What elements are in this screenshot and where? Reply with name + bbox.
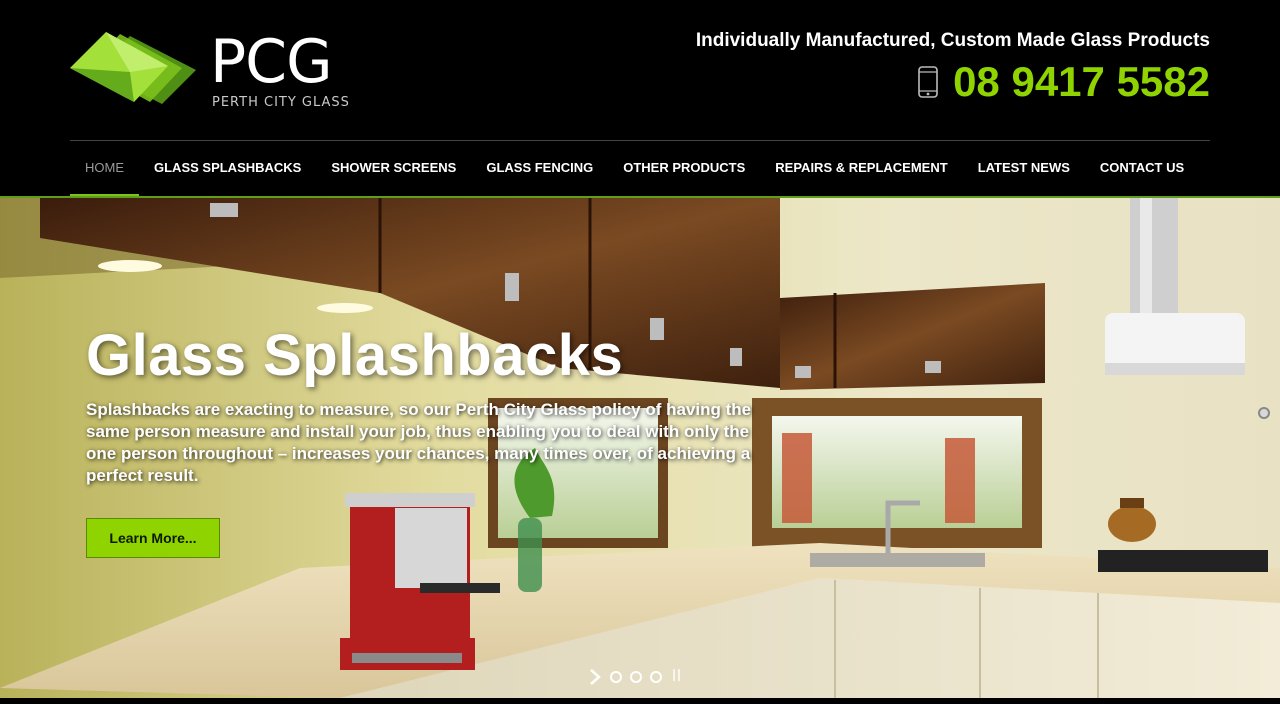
pause-icon[interactable]	[670, 669, 682, 685]
chevron-right-icon[interactable]	[588, 668, 602, 686]
nav-item-other-products[interactable]: OTHER PRODUCTS	[608, 141, 760, 197]
main-nav: HOME GLASS SPLASHBACKS SHOWER SCREENS GL…	[70, 141, 1199, 197]
header-tagline: Individually Manufactured, Custom Made G…	[695, 30, 1210, 51]
nav-item-shower-screens[interactable]: SHOWER SCREENS	[316, 141, 471, 197]
pcg-logo-icon	[70, 32, 196, 104]
scroll-indicator[interactable]	[1258, 407, 1270, 419]
bottom-bar	[0, 698, 1280, 704]
logo-subtitle: PERTH CITY GLASS	[212, 95, 350, 110]
nav-item-latest-news[interactable]: LATEST NEWS	[963, 141, 1085, 197]
learn-more-button[interactable]: Learn More...	[86, 518, 220, 558]
slide-dot-1[interactable]	[610, 671, 622, 683]
site-logo[interactable]: PCG PERTH CITY GLASS	[70, 30, 370, 110]
nav-item-repairs-replacement[interactable]: REPAIRS & REPLACEMENT	[760, 141, 962, 197]
nav-item-glass-splashbacks[interactable]: GLASS SPLASHBACKS	[139, 141, 316, 197]
nav-item-home[interactable]: HOME	[70, 141, 139, 197]
slide-dot-3[interactable]	[650, 671, 662, 683]
phone-number[interactable]: 08 9417 5582	[953, 58, 1210, 106]
logo-text: PCG PERTH CITY GLASS	[210, 30, 350, 110]
phone-contact[interactable]: 08 9417 5582	[917, 58, 1210, 106]
logo-name: PCG	[210, 27, 333, 97]
hero-title: Glass Splashbacks	[86, 323, 624, 388]
nav-item-contact-us[interactable]: CONTACT US	[1085, 141, 1199, 197]
site-header: PCG PERTH CITY GLASS Individually Manufa…	[0, 0, 1280, 198]
mobile-phone-icon	[918, 66, 938, 98]
hero-description: Splashbacks are exacting to measure, so …	[86, 400, 752, 485]
nav-item-glass-fencing[interactable]: GLASS FENCING	[471, 141, 608, 197]
slide-dot-2[interactable]	[630, 671, 642, 683]
slider-controls	[588, 668, 682, 686]
